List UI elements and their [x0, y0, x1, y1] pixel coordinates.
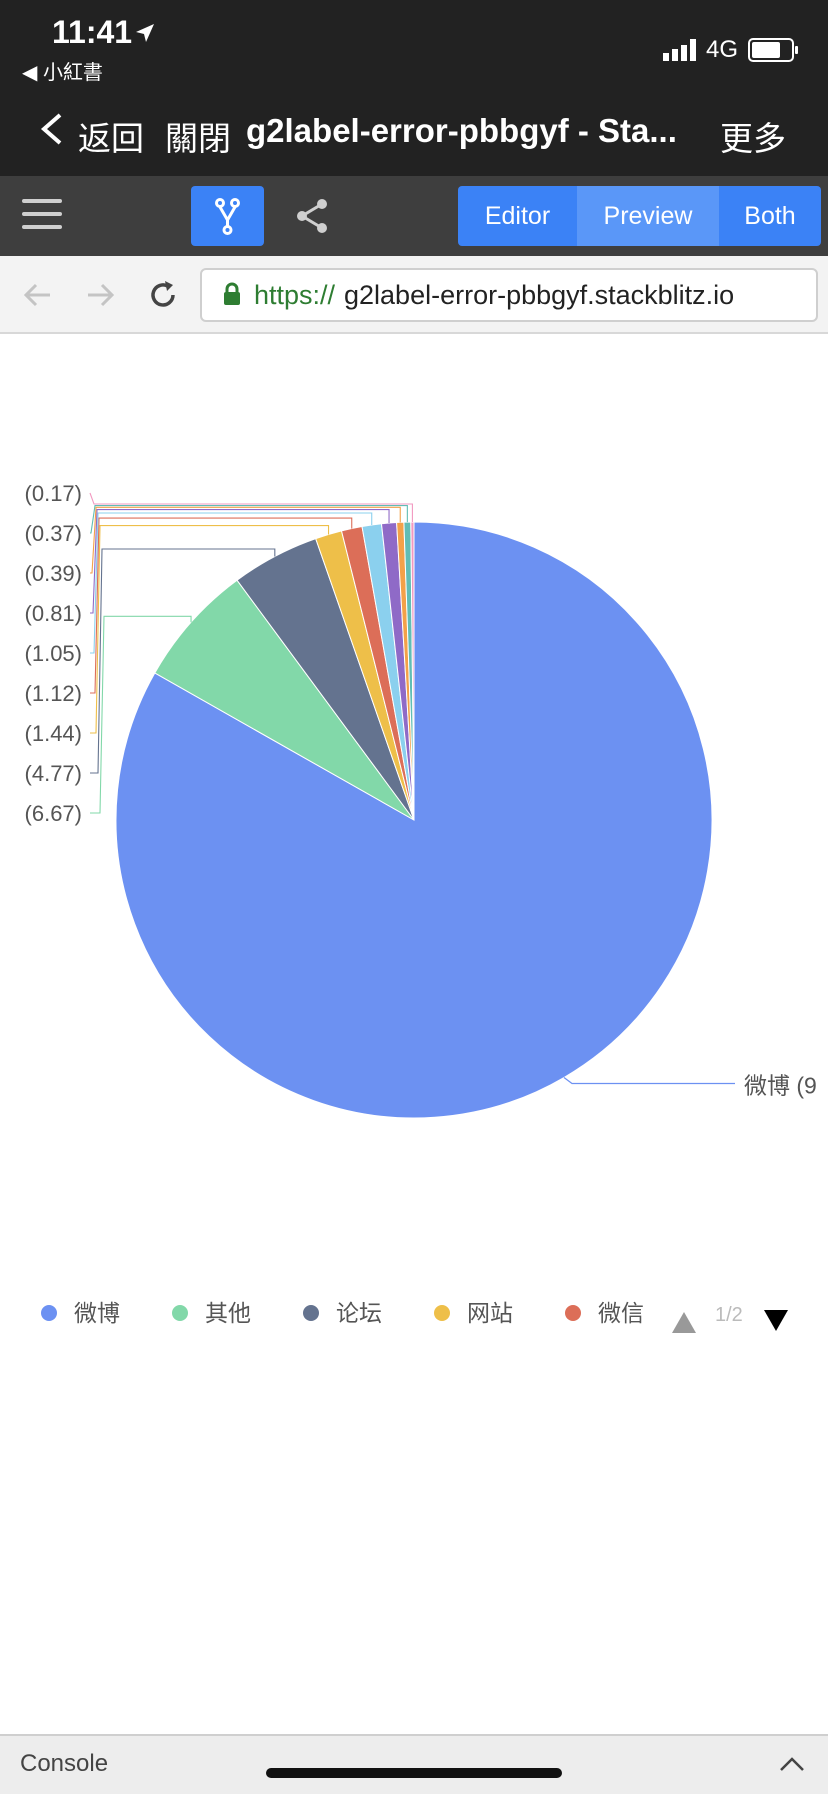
slice-value-label: (1.12) — [25, 681, 82, 706]
console-label: Console — [20, 1750, 109, 1777]
legend-item[interactable]: 微博 — [41, 1300, 120, 1326]
system-indicators: 4G — [662, 36, 798, 64]
network-type: 4G — [705, 36, 738, 63]
legend-label: 其他 — [205, 1300, 251, 1326]
leader-line-main — [563, 1077, 735, 1085]
chevron-up-icon[interactable] — [778, 1754, 806, 1774]
legend-prev-page-icon[interactable] — [672, 1312, 696, 1333]
fork-icon — [215, 198, 240, 235]
legend-marker — [41, 1305, 57, 1321]
legend-label: 微信 — [598, 1300, 644, 1326]
home-indicator — [266, 1768, 562, 1778]
url-host: g2label-error-pbbgyf.stackblitz.io — [344, 280, 735, 310]
url-input[interactable]: https:// g2label-error-pbbgyf.stackblitz… — [200, 268, 818, 322]
share-icon[interactable] — [290, 194, 334, 238]
legend-label: 网站 — [467, 1300, 513, 1326]
url-scheme: https:// — [254, 280, 336, 310]
back-button[interactable]: 返回 — [78, 112, 144, 160]
legend-item[interactable]: 论坛 — [303, 1300, 382, 1326]
chart-area: 微博 (9 (6.67) (4.77) (1.44) (1.12) (1.05) (0.81… — [0, 334, 828, 1734]
menu-hamburger-icon[interactable] — [22, 199, 62, 231]
legend-marker — [303, 1305, 319, 1321]
fork-button[interactable] — [191, 186, 264, 246]
reload-icon[interactable] — [146, 278, 180, 312]
status-time: 11:41 — [52, 14, 133, 50]
legend-marker — [565, 1305, 581, 1321]
arrow-left-icon[interactable] — [20, 278, 54, 312]
slice-value-label: (0.81) — [25, 601, 82, 626]
slice-label-main: 微博 (9 — [744, 1073, 817, 1099]
preview-url-bar: https:// g2label-error-pbbgyf.stackblitz… — [0, 256, 828, 334]
legend-next-page-icon[interactable] — [764, 1310, 788, 1331]
slice-value-label: (1.44) — [25, 721, 82, 746]
legend-marker — [172, 1305, 188, 1321]
legend-marker — [434, 1305, 450, 1321]
pie-chart: 微博 (9 (6.67) (4.77) (1.44) (1.12) (1.05) (0.81… — [25, 481, 817, 1333]
legend-page-indicator: 1/2 — [715, 1304, 743, 1326]
battery-icon — [748, 38, 798, 62]
location-arrow-icon — [136, 24, 154, 42]
browser-nav-bar: 返回 關閉 g2label-error-pbbgyf - Sta... 更多 — [0, 88, 828, 176]
console-bar[interactable]: Console — [0, 1734, 828, 1794]
arrow-right-icon[interactable] — [84, 278, 118, 312]
page-title: g2label-error-pbbgyf - Sta... — [246, 112, 677, 149]
status-bar: 11:41 ◀ 小紅書 4G — [0, 0, 828, 88]
slice-value-label: (0.17) — [25, 481, 82, 506]
back-to-app-link[interactable]: ◀ 小紅書 — [22, 56, 103, 85]
more-button[interactable]: 更多 — [720, 112, 786, 160]
legend-item[interactable]: 微信 — [565, 1300, 644, 1326]
slice-value-label: (0.39) — [25, 561, 82, 586]
slice-value-label: (4.77) — [25, 761, 82, 786]
cellular-signal-icon — [662, 39, 696, 61]
preview-view-button[interactable]: Preview — [577, 186, 719, 246]
legend-item[interactable]: 其他 — [172, 1300, 251, 1326]
legend-item[interactable]: 网站 — [434, 1300, 513, 1326]
back-chevron-icon[interactable] — [38, 112, 64, 146]
legend-label: 论坛 — [336, 1300, 382, 1326]
slice-value-label: (1.05) — [25, 641, 82, 666]
both-view-button[interactable]: Both — [719, 186, 821, 246]
legend-label: 微博 — [74, 1300, 120, 1326]
lock-icon — [224, 282, 240, 305]
slice-value-label: (6.67) — [25, 801, 82, 826]
close-button[interactable]: 關閉 — [165, 112, 231, 160]
stackblitz-toolbar: Editor Preview Both — [0, 176, 828, 256]
slice-value-label: (0.37) — [25, 521, 82, 546]
view-mode-toggle: Editor Preview Both — [458, 186, 821, 246]
editor-view-button[interactable]: Editor — [458, 186, 577, 246]
